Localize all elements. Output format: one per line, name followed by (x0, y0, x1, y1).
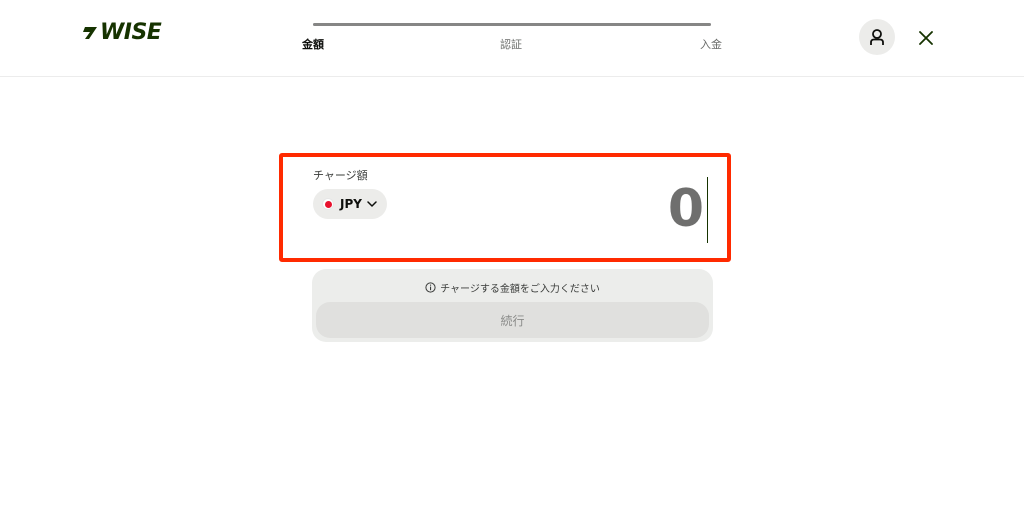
japan-flag-icon (322, 198, 334, 210)
continue-button[interactable]: 続行 (316, 302, 709, 338)
currency-selector[interactable]: JPY (313, 189, 387, 219)
logo-text: WISE (100, 20, 162, 45)
user-icon (870, 29, 884, 45)
top-header: WISE 金額 認証 入金 (0, 0, 1024, 77)
stepper-progress (313, 23, 711, 26)
wise-flag-icon (83, 27, 97, 39)
charge-amount-field: チャージ額 JPY 0 (279, 153, 731, 262)
info-icon (425, 281, 436, 293)
amount-input[interactable]: 0 (668, 179, 704, 239)
submit-panel: チャージする金額をご入力ください 続行 (312, 269, 713, 342)
close-icon (919, 31, 933, 45)
progress-stepper: 金額 認証 入金 (300, 20, 730, 60)
close-button[interactable] (914, 26, 938, 50)
chevron-down-icon (367, 201, 377, 207)
step-payment: 入金 (700, 38, 722, 51)
charge-amount-label: チャージ額 (313, 169, 368, 182)
step-amount: 金額 (302, 38, 324, 51)
currency-code: JPY (340, 197, 362, 211)
wise-logo[interactable]: WISE (82, 20, 162, 45)
step-verification: 認証 (500, 38, 522, 51)
hint-text: チャージする金額をご入力ください (440, 283, 600, 295)
profile-button[interactable] (859, 19, 895, 55)
hint-message: チャージする金額をご入力ください (312, 279, 713, 295)
stepper-track (313, 23, 711, 26)
text-caret (707, 177, 708, 243)
